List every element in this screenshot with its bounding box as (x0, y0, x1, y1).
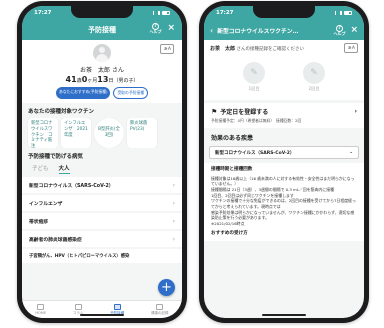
tab-home[interactable]: HOME (35, 304, 46, 315)
close-icon[interactable]: × (350, 25, 358, 35)
chevron-right-icon: › (172, 181, 175, 189)
subject-name: お茶 太郎 (210, 45, 236, 52)
tab-records[interactable]: 健康の記録 (151, 304, 169, 316)
tab-adults[interactable]: 大人 (58, 164, 70, 174)
list-item-label: 高齢者の肺炎球菌感染症 (29, 237, 82, 243)
help-button[interactable]: ? ヘルプ (333, 24, 346, 36)
left-phone: 17:27 予防接種 ? ヘルプ × ぁA お茶 太郎 さん 41歳0ヶ月13日… (17, 1, 187, 323)
home-icon (37, 304, 45, 310)
nav-bar: 予防接種 ? ヘルプ × (22, 20, 182, 40)
subject-suffix: さんの接種記録をご確認ください (236, 46, 304, 52)
avatar (93, 44, 111, 62)
right-phone: 17:27 ‹ 新型コロナウイルスワクチン… ? ヘルプ × お茶 太郎 さんの… (199, 1, 369, 323)
age-display: 41歳0ヶ月13日（男の子） (65, 75, 139, 84)
back-icon[interactable]: ‹ (210, 26, 213, 35)
syringe-icon (113, 304, 121, 310)
syringe-icon: ✎ (243, 62, 265, 84)
page-title: 新型コロナウイルスワクチン… (217, 28, 299, 35)
info-line: ワクチンの接種で十分な免疫ができるのは、2回目の接種を受けてから7日程度経ってか… (211, 198, 356, 209)
info-line: 接種対象は16歳以上（16 歳未満の人に対する有効性・安全性はまだ明らかになって… (211, 175, 355, 187)
record-icon (156, 304, 164, 310)
page-title: 予防接種 (88, 26, 116, 34)
nav-bar: ‹ 新型コロナウイルスワクチン… ? ヘルプ × (204, 20, 364, 40)
chevron-right-icon: › (172, 217, 175, 225)
schedule-card[interactable]: ⚑ 予定日を登録する › 予防接種予定：0円（希望者は無料） 接種回数：2回 (204, 103, 364, 128)
effects-title: 効果のある疾患 (211, 135, 254, 142)
info-heading: 接種時期と接種回数 (211, 167, 253, 172)
syringe-icon: ✎ (303, 62, 325, 84)
home-indicator (262, 314, 306, 316)
close-icon[interactable]: × (167, 24, 175, 33)
info-line: 感染予防効果は明らかになっていませんが、ワクチン接種にかかわらず、適切な感染防止… (211, 209, 355, 221)
list-item-label: 子宮頸がん、HPV（ヒトパピローマウイルス）感染 (29, 254, 130, 259)
list-item[interactable]: 高齢者の肺炎球菌感染症 › (22, 231, 182, 247)
chevron-right-icon: › (172, 199, 175, 207)
tab-records-label: 健康の記録 (151, 311, 169, 315)
text-size-button[interactable]: ぁA (160, 44, 174, 54)
notch (71, 6, 133, 18)
list-item[interactable]: 新型コロナウイルス（SARS-CoV-2） › (22, 177, 182, 193)
home-indicator (80, 314, 124, 316)
profile-card: ぁA お茶 太郎 さん 41歳0ヶ月13日（男の子） あなたにおすすめ(予防接種… (22, 40, 182, 103)
signal-icon (335, 11, 342, 15)
disease-select-value: 新型コロナウイルス（SARS-CoV-2） (215, 150, 295, 156)
list-item[interactable]: 帯状疱疹 › (22, 213, 182, 229)
recommend-pill[interactable]: あなたにおすすめ(予防接種) (55, 87, 111, 99)
age-day: 13 (97, 75, 109, 84)
info-line: ※2021/02/16時点 (211, 220, 245, 226)
flag-icon: ⚑ (211, 107, 218, 116)
chevron-down-icon: ⌄ (349, 150, 353, 155)
info-card: 接種時期と接種回数 接種対象は16歳以上（16 歳未満の人に対する有効性・安全性… (204, 163, 364, 242)
left-screen: 17:27 予防接種 ? ヘルプ × ぁA お茶 太郎 さん 41歳0ヶ月13日… (22, 6, 182, 318)
right-screen: 17:27 ‹ 新型コロナウイルスワクチン… ? ヘルプ × お茶 太郎 さんの… (204, 6, 364, 318)
add-button[interactable]: + (158, 279, 175, 296)
tab-children[interactable]: 子ども (32, 164, 49, 174)
dose-tracker: ✎ 1回目 ✎ 2回目 (204, 56, 364, 100)
help-label: ヘルプ (149, 29, 162, 34)
age-years: 41 (65, 75, 77, 84)
dose-1-label: 1回目 (248, 86, 260, 91)
user-name: お茶 太郎 さん (22, 65, 182, 74)
subject-bar: お茶 太郎 さんの接種記録をご確認ください ぁA (204, 40, 364, 56)
help-label: ヘルプ (333, 30, 346, 36)
status-time: 17:27 (34, 10, 52, 16)
disease-tabs: 子ども 大人 (22, 163, 182, 175)
diseases-title: 予防接種で防げる病気 (28, 154, 84, 160)
status-time: 17:27 (216, 10, 234, 16)
chevron-right-icon: › (172, 235, 175, 243)
received-pill[interactable]: 受取の予防接種 (113, 87, 149, 99)
list-item[interactable]: インフルエンザ › (22, 195, 182, 211)
recommend-title: おすすめの受け方 (211, 230, 248, 236)
dose-1[interactable]: ✎ 1回目 (243, 62, 265, 92)
user-name-suffix: さん (111, 67, 124, 74)
list-item-label: 帯状疱疹 (29, 219, 49, 225)
vaccine-card[interactable]: 新型コロナウイルスワクチン コミナティ筋注 (28, 118, 58, 148)
book-icon (74, 304, 82, 310)
dose-2-label: 2回目 (308, 86, 320, 91)
list-item-label: インフルエンザ (29, 201, 63, 207)
vaccines-title: あなたの接種対象ワクチン (28, 109, 95, 115)
text-size-button[interactable]: ぁA (344, 43, 358, 53)
battery-icon (344, 11, 352, 15)
disease-list: 新型コロナウイルス（SARS-CoV-2） › インフルエンザ › 帯状疱疹 › 高齢… (22, 177, 182, 263)
vaccine-card[interactable]: 肺炎球菌 PV(23) (127, 118, 157, 148)
tab-home-label: HOME (35, 311, 47, 315)
dose-2[interactable]: ✎ 2回目 (303, 62, 325, 92)
signal-icon (153, 11, 160, 15)
user-name-text: お茶 太郎 (80, 67, 111, 74)
list-item-label: 新型コロナウイルス（SARS-CoV-2） (29, 183, 114, 189)
vaccine-card[interactable]: インフルエンザ 2021年度 (61, 118, 91, 148)
list-item[interactable]: 子宮頸がん、HPV（ヒトパピローマウイルス）感染 (22, 249, 182, 263)
battery-icon (162, 11, 170, 15)
schedule-sub: 予防接種予定：0円（希望者は無料） 接種回数：2回 (211, 118, 302, 123)
vaccine-card[interactable]: B型肝炎(全3回) (94, 118, 124, 148)
vaccine-cards: 新型コロナウイルスワクチン コミナティ筋注 インフルエンザ 2021年度 B型肝… (22, 118, 182, 148)
help-button[interactable]: ? ヘルプ (149, 23, 161, 34)
chevron-right-icon: › (354, 108, 357, 115)
notch (253, 6, 315, 18)
schedule-label: 予定日を登録する (220, 109, 269, 116)
age-suffix: 日（男の子） (108, 78, 139, 84)
disease-select[interactable]: 新型コロナウイルス（SARS-CoV-2） ⌄ (209, 146, 359, 159)
